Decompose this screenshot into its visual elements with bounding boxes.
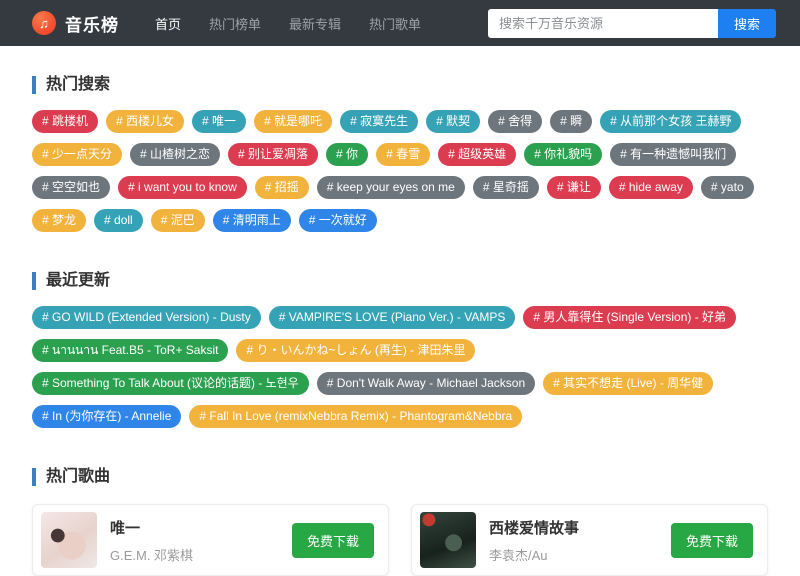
- song-artist: G.E.M. 邓紫棋: [110, 547, 194, 563]
- song-title: 西楼爱情故事: [489, 519, 580, 537]
- recent-update-tag[interactable]: # Something To Talk About (议论的话题) - 노현우: [32, 372, 309, 395]
- brand[interactable]: ♫ 音乐榜: [32, 11, 119, 36]
- hot-search-section-title: 热门搜索: [32, 76, 768, 94]
- hot-songs-section-title: 热门歌曲: [32, 468, 768, 486]
- hot-search-tag[interactable]: # 从前那个女孩 王赫野: [600, 110, 742, 133]
- nav-item-home[interactable]: 首页: [155, 14, 181, 33]
- hot-search-tag[interactable]: # 超级英雄: [438, 143, 517, 166]
- hot-search-tag[interactable]: # 有一种遗憾叫我们: [610, 143, 737, 166]
- hot-search-tag[interactable]: # 你礼貌吗: [524, 143, 603, 166]
- recent-update-tag[interactable]: # Don't Walk Away - Michael Jackson: [316, 372, 536, 395]
- search-bar: 搜索: [487, 8, 776, 38]
- search-button[interactable]: 搜索: [717, 8, 776, 38]
- recent-update-tag[interactable]: # In (为你存在) - Annelie: [32, 405, 182, 428]
- hot-search-tag[interactable]: # hide away: [608, 176, 693, 199]
- recent-update-tag[interactable]: # 其实不想走 (Live) - 周华健: [543, 372, 714, 395]
- recent-updates-tags: # GO WILD (Extended Version) - Dusty # VA…: [32, 306, 768, 438]
- navbar: ♫ 音乐榜 首页 热门榜单 最新专辑 热门歌单 搜索: [0, 0, 800, 46]
- hot-search-tag[interactable]: # 跳楼机: [32, 110, 99, 133]
- recent-update-tag[interactable]: # VAMPIRE'S LOVE (Piano Ver.) - VAMPS: [268, 306, 516, 329]
- nav-links: 首页 热门榜单 最新专辑 热门歌单: [141, 14, 435, 33]
- hot-search-tag[interactable]: # 别让爱凋落: [228, 143, 319, 166]
- recent-update-tag[interactable]: # GO WILD (Extended Version) - Dusty: [32, 306, 261, 329]
- free-download-button[interactable]: 免费下载: [291, 522, 374, 558]
- hot-search-tag[interactable]: # 清明雨上: [212, 209, 291, 232]
- hot-search-tag[interactable]: # 梦龙: [32, 209, 87, 232]
- song-title: 唯一: [110, 519, 141, 537]
- hot-search-tag[interactable]: # 唯一: [192, 110, 247, 133]
- song-info: 唯一 G.E.M. 邓紫棋: [110, 517, 292, 564]
- hot-search-tag[interactable]: # 春雪: [376, 143, 431, 166]
- nav-item-new-albums[interactable]: 最新专辑: [289, 14, 341, 33]
- song-info: 西楼爱情故事 李袁杰/Au: [489, 517, 671, 564]
- hot-search-tag[interactable]: # i want you to know: [118, 176, 247, 199]
- song-card: 唯一 G.E.M. 邓紫棋 免费下载: [32, 504, 389, 576]
- album-art: [41, 512, 97, 568]
- hot-search-tag[interactable]: # 瞬: [550, 110, 593, 133]
- hot-search-tag[interactable]: # yato: [700, 176, 754, 199]
- recent-updates-section-title: 最近更新: [32, 272, 768, 290]
- hot-search-tag[interactable]: # 空空如也: [32, 176, 111, 199]
- hot-search-tag[interactable]: # 舍得: [488, 110, 543, 133]
- hot-search-tags: # 跳楼机 # 西楼儿女 # 唯一 # 就是哪吒 # 寂寞先生 # 默契 # 舍得 # 瞬 # …: [32, 110, 768, 242]
- album-art: [420, 512, 476, 568]
- music-note-icon: ♫: [32, 11, 56, 35]
- free-download-button[interactable]: 免费下载: [670, 522, 753, 558]
- hot-songs-cards: 唯一 G.E.M. 邓紫棋 免费下载 西楼爱情故事 李袁杰/Au 免费下载: [32, 504, 768, 576]
- brand-name: 音乐榜: [65, 15, 119, 35]
- hot-search-tag[interactable]: # 一次就好: [298, 209, 377, 232]
- hot-search-tag[interactable]: # 星奇摇: [472, 176, 539, 199]
- main-content: 热门搜索 # 跳楼机 # 西楼儿女 # 唯一 # 就是哪吒 # 寂寞先生 # 默契 # 舍得…: [0, 76, 800, 576]
- song-artist: 李袁杰/Au: [489, 547, 548, 563]
- hot-search-tag[interactable]: # 西楼儿女: [106, 110, 185, 133]
- hot-search-tag[interactable]: # 谦让: [546, 176, 601, 199]
- hot-search-tag[interactable]: # 你: [326, 143, 369, 166]
- hot-search-tag[interactable]: # 少一点天分: [32, 143, 123, 166]
- recent-update-tag[interactable]: # Fall In Love (remixNebbra Remix) - Pha…: [189, 405, 523, 428]
- hot-search-tag[interactable]: # 招摇: [254, 176, 309, 199]
- hot-search-tag[interactable]: # 就是哪吒: [254, 110, 333, 133]
- hot-search-tag[interactable]: # 泥巴: [150, 209, 205, 232]
- nav-item-hot-charts[interactable]: 热门榜单: [209, 14, 261, 33]
- recent-update-tag[interactable]: # นานนาน Feat.B5 - ToR+ Saksit: [32, 339, 229, 362]
- hot-search-tag[interactable]: # keep your eyes on me: [316, 176, 465, 199]
- recent-update-tag[interactable]: # 男人靠得住 (Single Version) - 好弟: [523, 306, 737, 329]
- recent-update-tag[interactable]: # り・いんかね~しょん (再生) - 津田朱里: [236, 339, 476, 362]
- song-card: 西楼爱情故事 李袁杰/Au 免费下载: [411, 504, 768, 576]
- hot-search-tag[interactable]: # 默契: [426, 110, 481, 133]
- search-input[interactable]: [487, 8, 718, 38]
- hot-search-tag[interactable]: # 山楂树之恋: [130, 143, 221, 166]
- nav-item-hot-playlists[interactable]: 热门歌单: [369, 14, 421, 33]
- hot-search-tag[interactable]: # doll: [94, 209, 143, 232]
- hot-search-tag[interactable]: # 寂寞先生: [340, 110, 419, 133]
